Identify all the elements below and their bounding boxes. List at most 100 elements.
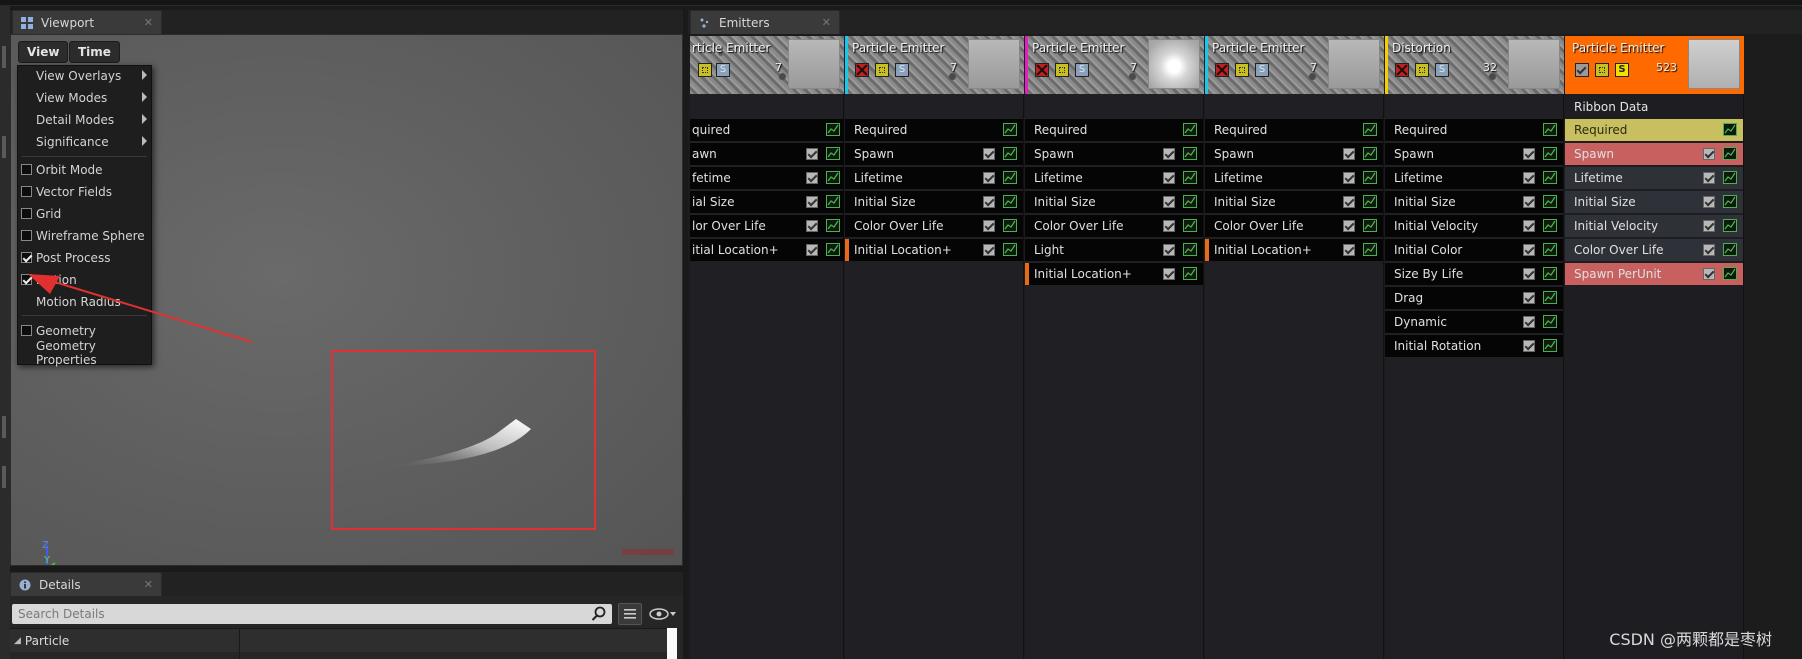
module-enable-checkbox[interactable]: [983, 172, 995, 184]
module-enable-checkbox[interactable]: [1163, 148, 1175, 160]
module-row[interactable]: Initial Size: [845, 191, 1023, 213]
module-row[interactable]: quired: [690, 119, 844, 141]
module-row[interactable]: Initial Size: [1565, 191, 1743, 213]
module-row[interactable]: Lifetime: [1385, 167, 1563, 189]
curve-editor-icon[interactable]: [1723, 123, 1737, 136]
emitter-header-selected[interactable]: Particle Emitter S 523: [1565, 36, 1744, 94]
module-row[interactable]: Initial Rotation: [1385, 335, 1563, 357]
module-row[interactable]: fetime: [690, 167, 844, 189]
property-matrix-button[interactable]: [618, 603, 642, 625]
menu-item-significance[interactable]: Significance: [18, 132, 151, 152]
curve-editor-icon[interactable]: [1003, 195, 1017, 208]
module-row[interactable]: Color Over Life: [1565, 239, 1743, 261]
menu-item-view-overlays[interactable]: View Overlays: [18, 66, 151, 86]
module-enable-checkbox[interactable]: [1343, 244, 1355, 256]
module-enable-checkbox[interactable]: [1703, 196, 1715, 208]
curve-editor-icon[interactable]: [1363, 171, 1377, 184]
curve-editor-icon[interactable]: [1723, 267, 1737, 280]
emitter-header[interactable]: rticle Emitter S 7: [690, 36, 844, 94]
menu-item-detail-modes[interactable]: Detail Modes: [18, 110, 151, 130]
module-row[interactable]: Spawn: [845, 143, 1023, 165]
module-enable-checkbox[interactable]: [1163, 196, 1175, 208]
emitter-enable-icon[interactable]: [1575, 63, 1589, 77]
module-enable-checkbox[interactable]: [1523, 340, 1535, 352]
curve-editor-icon[interactable]: [1723, 147, 1737, 160]
curve-editor-icon[interactable]: [1003, 171, 1017, 184]
emitter-disable-icon[interactable]: [1035, 63, 1049, 77]
time-button[interactable]: Time: [69, 41, 120, 63]
tab-viewport[interactable]: Viewport ✕: [12, 10, 162, 34]
view-button[interactable]: View: [18, 41, 69, 63]
emitter-solo-icon[interactable]: [698, 63, 712, 77]
module-row[interactable]: lor Over Life: [690, 215, 844, 237]
menu-item-view-modes[interactable]: View Modes: [18, 88, 151, 108]
module-enable-checkbox[interactable]: [1523, 220, 1535, 232]
module-enable-checkbox[interactable]: [1703, 220, 1715, 232]
curve-editor-icon[interactable]: [1723, 243, 1737, 256]
curve-editor-icon[interactable]: [1543, 291, 1557, 304]
module-row[interactable]: Spawn: [1205, 143, 1383, 165]
module-enable-checkbox[interactable]: [1343, 148, 1355, 160]
module-row[interactable]: Light: [1025, 239, 1203, 261]
curve-editor-icon[interactable]: [1183, 147, 1197, 160]
emitter-solo-icon[interactable]: [1595, 63, 1609, 77]
module-row[interactable]: Color Over Life: [1205, 215, 1383, 237]
emitter-header[interactable]: Distortion S 32: [1385, 36, 1564, 94]
emitter-solo-icon[interactable]: [1415, 63, 1429, 77]
module-enable-checkbox[interactable]: [1703, 148, 1715, 160]
search-details-input[interactable]: Search Details: [12, 604, 612, 624]
emitter-solo-icon[interactable]: [1235, 63, 1249, 77]
module-row[interactable]: Initial Location+: [1205, 239, 1383, 261]
search-icon[interactable]: [591, 606, 607, 622]
curve-editor-icon[interactable]: [1003, 123, 1017, 136]
module-row[interactable]: Initial Color: [1385, 239, 1563, 261]
module-enable-checkbox[interactable]: [1523, 148, 1535, 160]
module-row[interactable]: Size By Life: [1385, 263, 1563, 285]
module-row[interactable]: Dynamic: [1385, 311, 1563, 333]
module-enable-checkbox[interactable]: [983, 220, 995, 232]
module-enable-checkbox[interactable]: [1703, 244, 1715, 256]
tab-emitters[interactable]: Emitters ✕: [690, 10, 840, 34]
curve-editor-icon[interactable]: [1723, 195, 1737, 208]
curve-editor-icon[interactable]: [1723, 171, 1737, 184]
emitter-header[interactable]: Particle Emitter S 7: [845, 36, 1024, 94]
module-enable-checkbox[interactable]: [983, 196, 995, 208]
curve-editor-icon[interactable]: [1543, 243, 1557, 256]
module-enable-checkbox[interactable]: [1163, 220, 1175, 232]
curve-editor-icon[interactable]: [1543, 219, 1557, 232]
module-enable-checkbox[interactable]: [1163, 244, 1175, 256]
module-enable-checkbox[interactable]: [1523, 292, 1535, 304]
emitter-s-icon[interactable]: S: [1435, 63, 1449, 77]
module-row[interactable]: itial Location+: [690, 239, 844, 261]
module-enable-checkbox[interactable]: [1523, 316, 1535, 328]
curve-editor-icon[interactable]: [1183, 219, 1197, 232]
module-enable-checkbox[interactable]: [1523, 268, 1535, 280]
curve-editor-icon[interactable]: [1543, 171, 1557, 184]
module-enable-checkbox[interactable]: [1163, 268, 1175, 280]
curve-editor-icon[interactable]: [1543, 267, 1557, 280]
emitter-s-icon[interactable]: S: [1075, 63, 1089, 77]
details-scrollbar[interactable]: [667, 628, 677, 659]
details-category-particle[interactable]: ◢ Particle: [10, 628, 672, 652]
checkbox[interactable]: [21, 208, 32, 219]
menu-toggle-vector-fields[interactable]: Vector Fields: [18, 182, 151, 202]
curve-editor-icon[interactable]: [1183, 123, 1197, 136]
module-row[interactable]: Spawn: [1385, 143, 1563, 165]
emitter-s-icon[interactable]: S: [1255, 63, 1269, 77]
checkbox[interactable]: [21, 164, 32, 175]
checkbox[interactable]: [21, 186, 32, 197]
emitter-s-icon[interactable]: S: [1615, 63, 1629, 77]
module-row[interactable]: Lifetime: [845, 167, 1023, 189]
module-row[interactable]: awn: [690, 143, 844, 165]
curve-editor-icon[interactable]: [1543, 195, 1557, 208]
curve-editor-icon[interactable]: [1183, 171, 1197, 184]
module-row[interactable]: Lifetime: [1565, 167, 1743, 189]
module-row[interactable]: Initial Location+: [1025, 263, 1203, 285]
module-row[interactable]: Required: [1025, 119, 1203, 141]
emitter-solo-icon[interactable]: [1055, 63, 1069, 77]
emitter-disable-icon[interactable]: [1395, 63, 1409, 77]
module-enable-checkbox[interactable]: [983, 148, 995, 160]
module-enable-checkbox[interactable]: [1703, 172, 1715, 184]
module-row[interactable]: Spawn: [1025, 143, 1203, 165]
module-row[interactable]: Required: [1565, 119, 1743, 141]
